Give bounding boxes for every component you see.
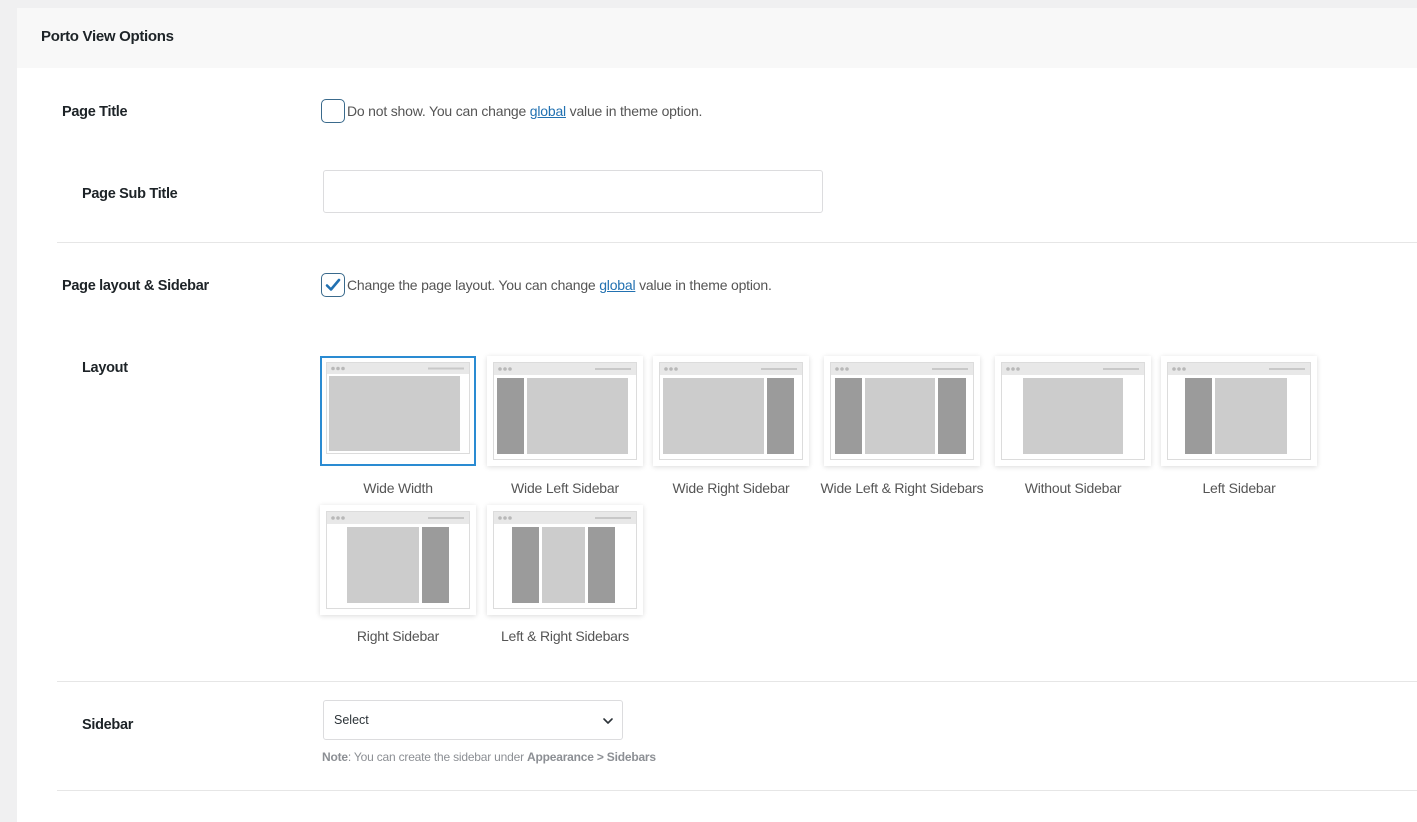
page-layout-text-after: value in theme option. <box>635 277 772 293</box>
page-layout-checkbox[interactable] <box>321 273 345 297</box>
sidebar-select[interactable]: Select <box>323 700 623 740</box>
page-sub-title-label: Page Sub Title <box>82 186 178 202</box>
page-title-text-after: value in theme option. <box>565 103 703 119</box>
layout-option-left-sidebar[interactable] <box>1161 356 1317 466</box>
page-title-text-before: Do not show. You can change <box>347 103 530 119</box>
note-prefix: Note <box>322 750 348 764</box>
layout-option-without-sidebar[interactable] <box>995 356 1151 466</box>
panel-header: Porto View Options <box>17 8 1417 68</box>
left-right-sidebars-layout-icon <box>493 511 637 609</box>
divider <box>57 242 1417 243</box>
wide-width-layout-icon <box>326 362 470 454</box>
page-sub-title-input[interactable] <box>323 170 823 213</box>
layout-option-left-right-sidebars[interactable] <box>487 505 643 615</box>
page-title-global-link[interactable]: global <box>530 103 566 119</box>
right-sidebar-layout-icon <box>326 511 470 609</box>
layout-option-label: Left & Right Sidebars <box>500 628 630 644</box>
checkmark-icon <box>325 278 341 291</box>
layout-option-wide-left-sidebar[interactable] <box>487 356 643 466</box>
note-path: Appearance > Sidebars <box>527 750 656 764</box>
wide-right-sidebar-layout-icon <box>659 362 803 460</box>
layout-option-wide-right-sidebar[interactable] <box>653 356 809 466</box>
divider <box>57 681 1417 682</box>
layout-option-right-sidebar[interactable] <box>320 505 476 615</box>
page-layout-description: Change the page layout. You can change g… <box>347 277 772 293</box>
layout-option-wide-width[interactable] <box>320 356 476 466</box>
left-sidebar-layout-icon <box>1167 362 1311 460</box>
chevron-down-icon <box>603 718 613 724</box>
page-layout-global-link[interactable]: global <box>599 277 635 293</box>
sidebar-label: Sidebar <box>82 717 134 733</box>
layout-option-wide-left-right-sidebars[interactable] <box>824 356 980 466</box>
wide-left-sidebar-layout-icon <box>493 362 637 460</box>
wide-left-right-sidebars-layout-icon <box>830 362 974 460</box>
page-layout-label: Page layout & Sidebar <box>62 278 209 294</box>
porto-view-options-panel: Porto View Options Page Title Do not sho… <box>17 8 1417 822</box>
layout-option-label: Wide Left & Right Sidebars <box>820 480 984 496</box>
page-title-label: Page Title <box>62 104 128 120</box>
divider <box>57 790 1417 791</box>
sidebar-note: Note: You can create the sidebar under A… <box>322 750 656 764</box>
sidebar-select-value: Select <box>334 713 369 727</box>
page-layout-text-before: Change the page layout. You can change <box>347 277 600 293</box>
panel-title: Porto View Options <box>41 28 174 45</box>
without-sidebar-layout-icon <box>1001 362 1145 460</box>
note-text: : You can create the sidebar under <box>347 750 528 764</box>
layout-option-label: Left Sidebar <box>1202 480 1276 496</box>
layout-option-label: Wide Right Sidebar <box>672 480 790 496</box>
page-title-description: Do not show. You can change global value… <box>347 103 702 119</box>
layout-label: Layout <box>82 360 128 376</box>
page-title-checkbox[interactable] <box>321 99 345 123</box>
